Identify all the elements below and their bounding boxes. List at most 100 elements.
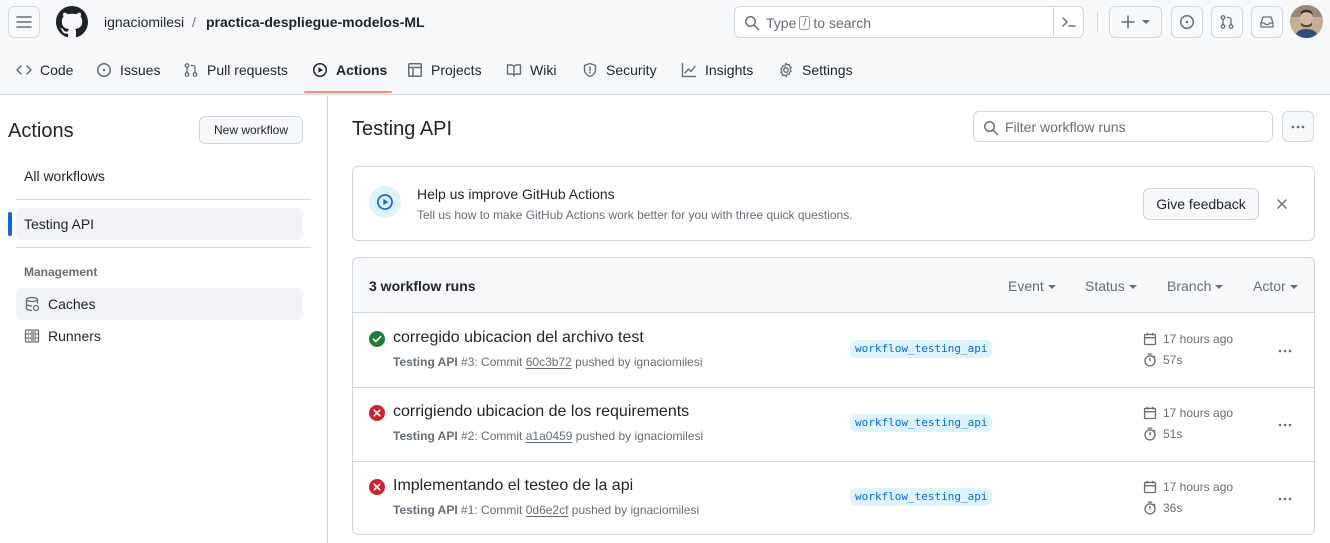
run-when-text: 17 hours ago: [1163, 406, 1234, 420]
banner-subtitle: Tell us how to make GitHub Actions work …: [417, 208, 853, 222]
run-duration-text: 57s: [1163, 353, 1183, 367]
sidebar-item-testing-api[interactable]: Testing API: [16, 208, 303, 240]
run-title[interactable]: corrigiendo ubicacion de los requirement…: [393, 403, 689, 421]
git-pull-request-icon: [184, 63, 198, 77]
pull-requests-shortcut-button[interactable]: [1211, 6, 1243, 38]
tab-projects[interactable]: Projects: [399, 52, 490, 88]
issues-shortcut-button[interactable]: [1171, 6, 1203, 38]
run-workflow-name: Testing API: [393, 355, 458, 369]
tab-projects-label: Projects: [431, 62, 482, 78]
actions-sidebar: Actions New workflow All workflows Testi…: [0, 96, 328, 543]
run-pushed-by: pushed by ignaciomilesi: [575, 429, 704, 443]
search-shortcut-key: /: [799, 16, 811, 30]
global-header: ignaciomilesi / practica-despliegue-mode…: [0, 0, 1330, 95]
tab-security[interactable]: Security: [574, 52, 665, 88]
breadcrumb-repo[interactable]: practica-despliegue-modelos-ML: [206, 14, 425, 31]
filter-runs-input[interactable]: [1005, 118, 1265, 136]
play-icon: [313, 63, 327, 77]
repo-navigation: Code Issues Pull requests Actions Projec…: [0, 52, 1330, 95]
hamburger-icon: [16, 16, 32, 28]
run-branch-badge[interactable]: workflow_testing_api: [850, 488, 993, 506]
filter-event-dropdown[interactable]: Event: [1008, 278, 1056, 294]
tab-security-label: Security: [606, 62, 657, 78]
run-options-button[interactable]: [1273, 413, 1297, 437]
sidebar-item-runners[interactable]: Runners: [16, 320, 303, 352]
run-commit-sha-link[interactable]: a1a0459: [526, 429, 573, 443]
filter-label: Status: [1085, 278, 1125, 294]
global-search[interactable]: Type / to search: [734, 6, 1084, 38]
filter-label: Branch: [1167, 278, 1212, 294]
run-commit-sha-link[interactable]: 60c3b72: [526, 355, 572, 369]
workflow-run-row[interactable]: Implementando el testeo de la api Testin…: [353, 461, 1314, 534]
triangle-down-icon: [1289, 285, 1298, 289]
run-commit-label: : Commit: [474, 429, 523, 443]
workflow-run-row[interactable]: corrigiendo ubicacion de los requirement…: [353, 387, 1314, 461]
tab-settings[interactable]: Settings: [770, 52, 861, 88]
filter-label: Actor: [1253, 278, 1286, 294]
run-commit-label: : Commit: [474, 503, 523, 517]
run-meta: Testing API #1: Commit 0d6e2cf pushed by…: [393, 503, 699, 517]
active-tab-indicator: [304, 91, 392, 93]
search-suffix-text: to search: [813, 15, 872, 31]
filter-runs-field[interactable]: [973, 111, 1273, 142]
tab-wiki[interactable]: Wiki: [498, 52, 564, 88]
kebab-horizontal-icon: [1278, 423, 1292, 427]
sidebar-management-heading: Management: [24, 265, 98, 279]
give-feedback-button[interactable]: Give feedback: [1143, 188, 1259, 220]
breadcrumb-separator: /: [192, 14, 196, 30]
tab-insights[interactable]: Insights: [673, 52, 761, 88]
kebab-horizontal-icon: [1278, 349, 1292, 353]
create-new-button[interactable]: [1109, 6, 1162, 38]
search-icon: [984, 121, 999, 136]
book-icon: [506, 64, 522, 77]
graph-icon: [681, 62, 697, 78]
new-workflow-button[interactable]: New workflow: [199, 116, 303, 144]
run-title[interactable]: Implementando el testeo de la api: [393, 477, 633, 495]
breadcrumb-owner[interactable]: ignaciomilesi: [104, 14, 184, 31]
filter-actor-dropdown[interactable]: Actor: [1253, 278, 1298, 294]
run-options-button[interactable]: [1273, 487, 1297, 511]
run-options-button[interactable]: [1273, 339, 1297, 363]
banner-icon-wrap: [369, 186, 401, 218]
tab-insights-label: Insights: [705, 62, 754, 78]
workflow-options-button[interactable]: [1282, 111, 1314, 142]
tab-pull-requests-label: Pull requests: [207, 62, 288, 78]
runs-count: 3 workflow runs: [369, 278, 476, 294]
command-palette-button[interactable]: [1053, 7, 1083, 37]
run-commit-sha-link[interactable]: 0d6e2cf: [526, 503, 569, 517]
inbox-button[interactable]: [1251, 6, 1283, 38]
banner-title: Help us improve GitHub Actions: [417, 186, 615, 202]
x-circle-fill-icon: [369, 405, 385, 421]
sidebar-divider: [16, 199, 311, 200]
filter-branch-dropdown[interactable]: Branch: [1167, 278, 1224, 294]
run-title[interactable]: corregido ubicacion del archivo test: [393, 329, 644, 347]
triangle-down-icon: [1047, 285, 1056, 289]
run-branch-badge[interactable]: workflow_testing_api: [850, 414, 993, 432]
stopwatch-icon: [1144, 501, 1156, 515]
active-item-indicator: [8, 212, 12, 236]
sidebar-item-all-workflows[interactable]: All workflows: [16, 160, 303, 192]
run-number: #3: [461, 355, 475, 369]
check-circle-fill-icon: [369, 331, 385, 347]
issue-opened-icon: [97, 63, 111, 77]
close-icon[interactable]: [1274, 196, 1290, 212]
tab-code[interactable]: Code: [8, 52, 81, 88]
tab-actions[interactable]: Actions: [304, 52, 395, 88]
github-logo-icon[interactable]: [56, 6, 88, 38]
run-branch-badge[interactable]: workflow_testing_api: [850, 340, 993, 358]
tab-settings-label: Settings: [802, 62, 853, 78]
run-pushed-by: pushed by ignaciomilesi: [571, 503, 700, 517]
run-pushed-by: pushed by ignaciomilesi: [575, 355, 703, 369]
kebab-horizontal-icon: [1291, 125, 1305, 128]
run-duration-text: 51s: [1163, 427, 1183, 441]
gear-icon: [780, 62, 792, 78]
tab-pull-requests[interactable]: Pull requests: [175, 52, 296, 88]
user-avatar[interactable]: [1290, 5, 1323, 38]
workflow-run-row[interactable]: corregido ubicacion del archivo test Tes…: [353, 314, 1314, 388]
table-icon: [408, 63, 422, 77]
menu-button[interactable]: [8, 6, 40, 38]
filter-status-dropdown[interactable]: Status: [1085, 278, 1137, 294]
tab-issues[interactable]: Issues: [88, 52, 168, 88]
sidebar-item-caches[interactable]: Caches: [16, 288, 303, 320]
tab-code-label: Code: [40, 62, 74, 78]
